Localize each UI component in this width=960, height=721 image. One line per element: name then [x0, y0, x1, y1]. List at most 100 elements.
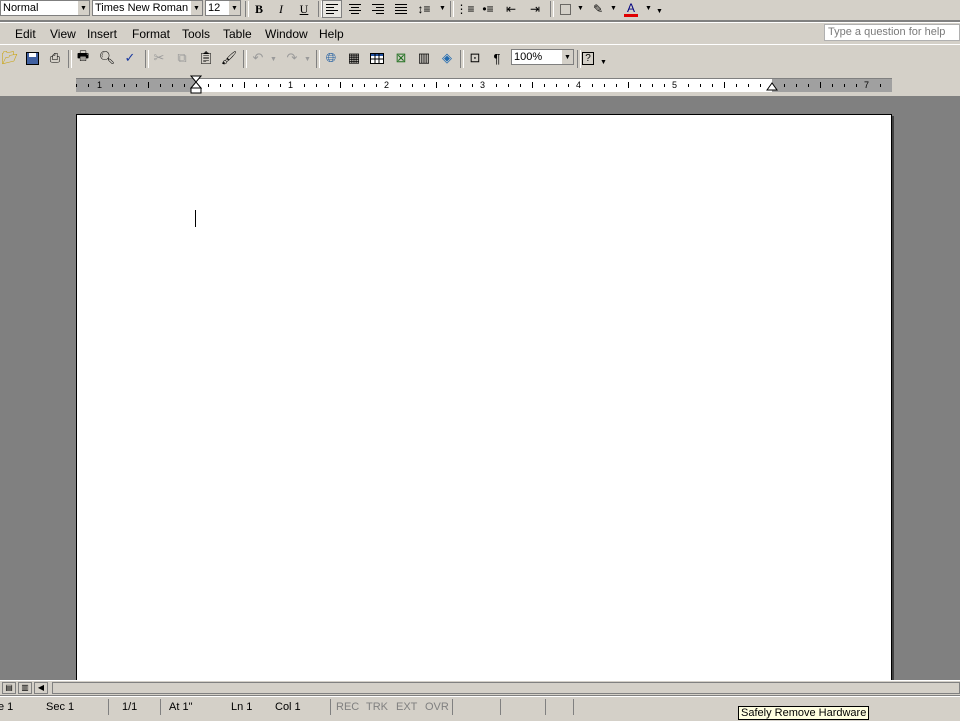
chevron-down-icon[interactable]: ▼: [270, 56, 277, 63]
numbering-button[interactable]: ⋮≡: [455, 0, 475, 18]
align-right-button[interactable]: [368, 0, 388, 18]
chevron-down-icon[interactable]: ▼: [645, 5, 652, 12]
paste-button[interactable]: 📋︎: [196, 49, 216, 67]
indent-marker-icon[interactable]: [190, 75, 202, 95]
borders-button[interactable]: [555, 0, 575, 18]
help-question-input[interactable]: Type a question for help: [824, 24, 960, 41]
increase-indent-button[interactable]: ⇥: [525, 0, 545, 18]
format-painter-button[interactable]: 🖌︎: [219, 49, 239, 67]
toolbar-options-icon[interactable]: ▼: [656, 8, 663, 15]
insert-hyperlink-button[interactable]: 🌐︎: [321, 49, 341, 67]
chevron-down-icon[interactable]: ▼: [577, 5, 584, 12]
drawing-icon: ◈: [442, 50, 452, 65]
status-ext[interactable]: EXT: [396, 701, 417, 713]
bullets-button[interactable]: •≡: [478, 0, 498, 18]
columns-button[interactable]: ▥: [414, 49, 434, 67]
toolbar-separator: [316, 50, 320, 68]
print-button[interactable]: 🖶︎: [73, 48, 93, 67]
document-map-button[interactable]: ⊡: [465, 49, 485, 67]
chevron-down-icon[interactable]: ▼: [561, 50, 573, 64]
print-preview-button[interactable]: 🔍︎: [97, 49, 117, 67]
open-button[interactable]: 📂︎: [0, 49, 20, 67]
status-at: At 1": [169, 701, 193, 713]
ruler-tick: [496, 84, 497, 87]
save-button[interactable]: [22, 49, 42, 67]
ruler-tick: [880, 84, 881, 87]
normal-view-icon: ▤: [5, 683, 13, 692]
normal-view-button[interactable]: ▤: [2, 682, 16, 694]
status-ovr[interactable]: OVR: [425, 701, 449, 713]
ruler-tick: [340, 82, 341, 88]
standard-toolbar: 📂︎ ⎙ 🖶︎ 🔍︎ ✓ ✂ ⧉ 📋︎ 🖌︎ ↶ ▼ ↷ ▼ 🌐︎ ▦ ⊠ ▥ …: [0, 44, 960, 74]
status-rec[interactable]: REC: [336, 701, 359, 713]
status-trk[interactable]: TRK: [366, 701, 388, 713]
align-left-button[interactable]: [322, 0, 342, 18]
zoom-dropdown[interactable]: 100% ▼: [511, 49, 574, 65]
status-separator: [573, 699, 574, 715]
chevron-down-icon[interactable]: ▼: [77, 1, 89, 15]
ruler-tick: [712, 84, 713, 87]
ruler-tick: [304, 84, 305, 87]
chevron-down-icon[interactable]: ▼: [228, 1, 240, 15]
menu-insert[interactable]: Insert: [87, 27, 117, 41]
drawing-button[interactable]: ◈: [437, 49, 457, 67]
ruler-number: 1: [97, 80, 103, 90]
show-hide-button[interactable]: ¶: [487, 49, 507, 67]
toolbar-options-icon[interactable]: ▼: [600, 59, 607, 66]
menu-window[interactable]: Window: [265, 27, 308, 41]
menu-help[interactable]: Help: [319, 27, 344, 41]
redo-button[interactable]: ↷: [282, 49, 302, 67]
menu-edit[interactable]: Edit: [15, 27, 36, 41]
menu-table[interactable]: Table: [223, 27, 252, 41]
insert-table-button[interactable]: [367, 49, 387, 67]
menu-tools[interactable]: Tools: [182, 27, 210, 41]
style-dropdown[interactable]: Normal ▼: [0, 0, 90, 16]
web-layout-view-button[interactable]: ▥: [18, 682, 32, 694]
italic-button[interactable]: I: [271, 0, 291, 18]
help-button[interactable]: ?: [578, 49, 598, 67]
ruler-tick: [316, 84, 317, 87]
ruler-tick: [856, 84, 857, 87]
tables-borders-button[interactable]: ▦: [344, 49, 364, 67]
ruler-tick: [832, 84, 833, 87]
chevron-down-icon[interactable]: ▼: [190, 1, 202, 15]
scroll-left-button[interactable]: ◀: [34, 682, 48, 694]
zoom-value: 100%: [514, 51, 543, 63]
menu-format[interactable]: Format: [132, 27, 170, 41]
font-color-icon: A: [626, 0, 635, 15]
ruler-tick: [376, 84, 377, 87]
ruler-tick: [436, 82, 437, 88]
spellcheck-icon: ✓: [124, 50, 136, 65]
toolbar-separator: [460, 50, 464, 68]
insert-excel-button[interactable]: ⊠: [391, 49, 411, 67]
underline-button[interactable]: U: [294, 0, 314, 18]
ruler-tick: [508, 84, 509, 87]
copy-button[interactable]: ⧉: [172, 49, 192, 67]
spelling-button[interactable]: ✓: [120, 49, 140, 67]
chevron-down-icon[interactable]: ▼: [610, 5, 617, 12]
document-page[interactable]: [76, 114, 892, 684]
menu-view[interactable]: View: [50, 27, 76, 41]
right-indent-marker-icon[interactable]: [766, 81, 778, 91]
font-color-button[interactable]: A: [621, 0, 641, 18]
bold-button[interactable]: B: [249, 0, 269, 18]
justify-button[interactable]: [391, 0, 411, 18]
font-size-dropdown[interactable]: 12 ▼: [205, 0, 241, 16]
undo-button[interactable]: ↶: [248, 49, 268, 67]
chevron-down-icon[interactable]: ▼: [304, 56, 311, 63]
scroll-thumb[interactable]: [52, 682, 960, 694]
permission-button[interactable]: ⎙: [45, 49, 65, 67]
horizontal-scrollbar[interactable]: ▤ ▥ ◀: [0, 680, 960, 695]
line-spacing-button[interactable]: ↕≡: [414, 0, 434, 18]
font-dropdown[interactable]: Times New Roman ▼: [92, 0, 203, 16]
ruler-number: 3: [480, 80, 486, 90]
copy-icon: ⧉: [177, 50, 187, 65]
decrease-indent-button[interactable]: ⇤: [501, 0, 521, 18]
text-cursor: [195, 210, 196, 227]
highlight-button[interactable]: ✎: [588, 0, 608, 18]
chevron-down-icon[interactable]: ▼: [439, 5, 446, 12]
horizontal-ruler[interactable]: 1 1 2 3 4 5 7: [76, 75, 892, 95]
font-size-value: 12: [208, 2, 221, 14]
cut-button[interactable]: ✂: [149, 49, 169, 67]
align-center-button[interactable]: [345, 0, 365, 18]
